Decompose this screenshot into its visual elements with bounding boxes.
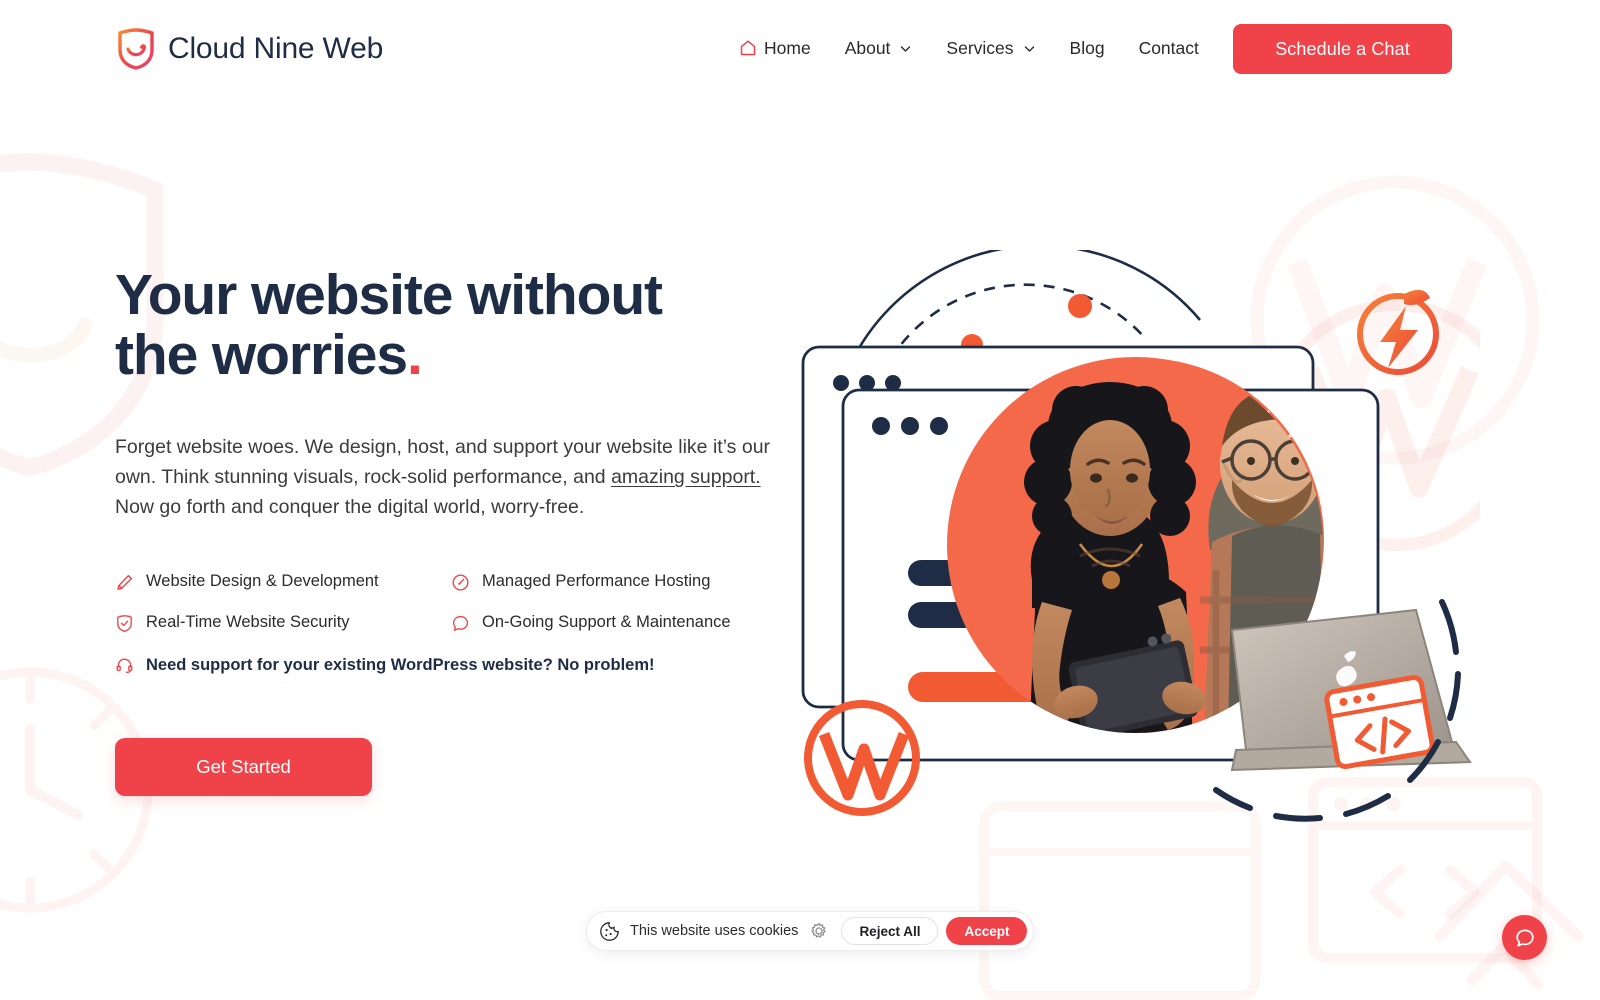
amazing-support-link[interactable]: amazing support. <box>611 466 761 488</box>
hero-title-line1: Your website without <box>115 263 663 327</box>
schedule-a-chat-button[interactable]: Schedule a Chat <box>1233 24 1452 74</box>
brand-name: Cloud Nine Web <box>168 32 384 65</box>
feature-label: Website Design & Development <box>146 572 379 591</box>
chat-bubble-icon <box>1515 929 1534 947</box>
nav-item-services[interactable]: Services <box>929 33 1052 63</box>
home-icon <box>740 40 756 56</box>
nav-label-services: Services <box>946 38 1014 58</box>
wordpress-support-note: Need support for your existing WordPress… <box>115 656 795 675</box>
wordpress-support-note-label: Need support for your existing WordPress… <box>146 656 655 675</box>
cookie-message: This website uses cookies <box>630 923 799 939</box>
chat-widget-button[interactable] <box>1502 915 1547 960</box>
site-header: Cloud Nine Web Home About Services Blog … <box>0 0 1600 100</box>
feature-label: Managed Performance Hosting <box>482 572 711 591</box>
brand-logo[interactable]: Cloud Nine Web <box>117 28 383 70</box>
hero-paragraph-part2: Now go forth and conquer the digital wor… <box>115 496 585 519</box>
cookie-banner: This website uses cookies Reject All Acc… <box>586 911 1035 951</box>
page-title: Your website without the worries. <box>115 265 735 386</box>
smile-shield-logo-icon <box>118 28 154 70</box>
nav-label-home: Home <box>764 38 811 58</box>
page-root: Cloud Nine Web Home About Services Blog … <box>0 0 1600 1000</box>
nav-label-about: About <box>844 38 891 58</box>
cookie-icon <box>600 921 619 941</box>
feature-item-design: Website Design & Development <box>115 572 451 592</box>
hero-title-line2: the worries <box>115 323 408 388</box>
reject-all-button[interactable]: Reject All <box>841 917 939 945</box>
feature-list: Website Design & Development Managed Per… <box>115 572 775 633</box>
nav-label-contact: Contact <box>1138 38 1199 58</box>
feature-item-hosting: Managed Performance Hosting <box>451 572 775 592</box>
gauge-icon <box>452 574 469 591</box>
feature-item-support: On-Going Support & Maintenance <box>451 613 775 633</box>
hero-title-dot: . <box>407 323 423 388</box>
chat-bubble-icon <box>452 615 469 631</box>
nav-item-home[interactable]: Home <box>722 33 828 63</box>
hero-illustration <box>780 250 1480 840</box>
hero-paragraph: Forget website woes. We design, host, an… <box>115 432 775 523</box>
feature-label: Real-Time Website Security <box>146 613 350 632</box>
nav-item-about[interactable]: About <box>828 33 930 63</box>
shield-check-icon <box>117 614 132 632</box>
feature-label: On-Going Support & Maintenance <box>482 613 731 632</box>
accept-cookies-button[interactable]: Accept <box>946 917 1028 945</box>
hero-content: Your website without the worries. Forget… <box>115 265 795 797</box>
gear-icon[interactable] <box>810 922 828 940</box>
watermark-sparkle <box>1434 860 1584 990</box>
chevron-down-icon <box>901 45 911 52</box>
nav-label-blog: Blog <box>1069 38 1105 58</box>
nav-item-contact[interactable]: Contact <box>1122 33 1216 63</box>
get-started-button[interactable]: Get Started <box>115 738 372 797</box>
main-nav: Home About Services Blog Contact <box>722 33 1216 63</box>
pencil-icon <box>117 574 133 590</box>
chevron-down-icon <box>1024 45 1034 52</box>
feature-item-security: Real-Time Website Security <box>115 613 451 633</box>
headset-icon <box>116 658 133 674</box>
nav-item-blog[interactable]: Blog <box>1053 33 1122 63</box>
